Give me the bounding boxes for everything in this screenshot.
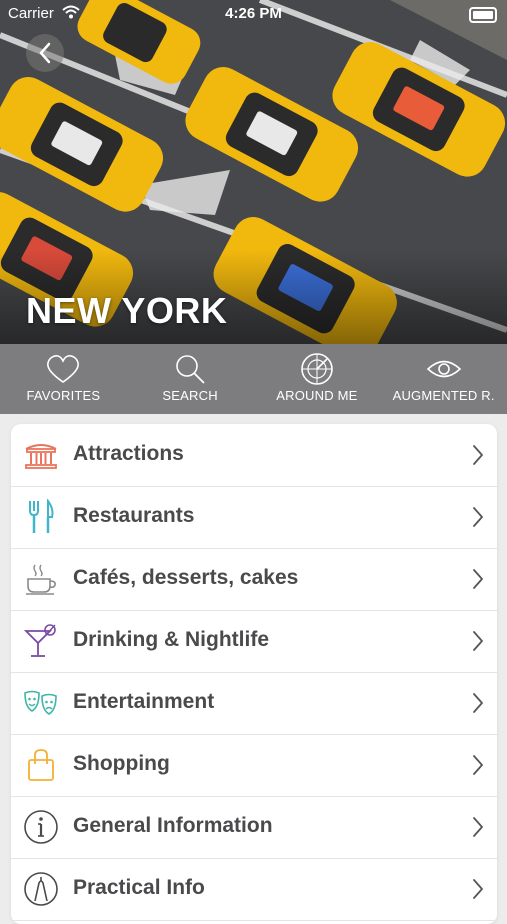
category-cafes[interactable]: Cafés, desserts, cakes: [11, 548, 497, 611]
battery-icon: [469, 7, 497, 23]
category-entertainment[interactable]: Entertainment: [11, 672, 497, 735]
fork-knife-icon: [23, 499, 59, 535]
practical-info-icon: [23, 871, 59, 907]
status-bar: Carrier 4:26 PM: [0, 0, 507, 28]
around-me-button[interactable]: AROUND ME: [254, 344, 381, 414]
category-label: Shopping: [73, 752, 170, 775]
around-me-label: AROUND ME: [276, 388, 358, 403]
city-title: NEW YORK: [26, 290, 228, 331]
search-icon: [173, 352, 207, 386]
category-list: Attractions Restaurants Cafés, desserts,…: [11, 424, 497, 924]
back-button[interactable]: [26, 34, 64, 72]
category-attractions[interactable]: Attractions: [11, 424, 497, 487]
chevron-right-icon: [473, 817, 483, 837]
category-practical-info[interactable]: Practical Info: [11, 858, 497, 921]
search-label: SEARCH: [162, 388, 218, 403]
info-icon: [23, 809, 59, 845]
favorites-label: FAVORITES: [26, 388, 101, 403]
search-button[interactable]: SEARCH: [127, 344, 254, 414]
category-label: Cafés, desserts, cakes: [73, 566, 299, 589]
augmented-reality-button[interactable]: AUGMENTED R.: [380, 344, 507, 414]
category-label: Restaurants: [73, 504, 195, 527]
category-label: General Information: [73, 814, 273, 837]
monument-icon: [23, 437, 59, 473]
augmented-reality-label: AUGMENTED R.: [392, 388, 495, 403]
status-time: 4:26 PM: [225, 5, 282, 22]
theater-masks-icon: [23, 685, 59, 721]
chevron-left-icon: [39, 42, 51, 64]
category-general-information[interactable]: General Information: [11, 796, 497, 859]
chevron-right-icon: [473, 507, 483, 527]
radar-icon: [300, 352, 334, 386]
chevron-right-icon: [473, 569, 483, 589]
category-label: Drinking & Nightlife: [73, 628, 269, 651]
category-shopping[interactable]: Shopping: [11, 734, 497, 797]
chevron-right-icon: [473, 879, 483, 899]
chevron-right-icon: [473, 693, 483, 713]
cocktail-icon: [23, 623, 59, 659]
category-restaurants[interactable]: Restaurants: [11, 486, 497, 549]
chevron-right-icon: [473, 445, 483, 465]
coffee-cup-icon: [23, 561, 59, 597]
category-drinking-nightlife[interactable]: Drinking & Nightlife: [11, 610, 497, 673]
chevron-right-icon: [473, 631, 483, 651]
shopping-bag-icon: [23, 747, 59, 783]
hero-banner: Carrier 4:26 PM NEW YORK: [0, 0, 507, 344]
category-label: Attractions: [73, 442, 184, 465]
eye-icon: [426, 352, 462, 386]
quick-actions-bar: FAVORITES SEARCH AROUND ME AUGMENTED R.: [0, 344, 507, 414]
category-label: Entertainment: [73, 690, 215, 713]
favorites-button[interactable]: FAVORITES: [0, 344, 127, 414]
chevron-right-icon: [473, 755, 483, 775]
heart-icon: [46, 352, 80, 386]
category-label: Practical Info: [73, 876, 205, 899]
